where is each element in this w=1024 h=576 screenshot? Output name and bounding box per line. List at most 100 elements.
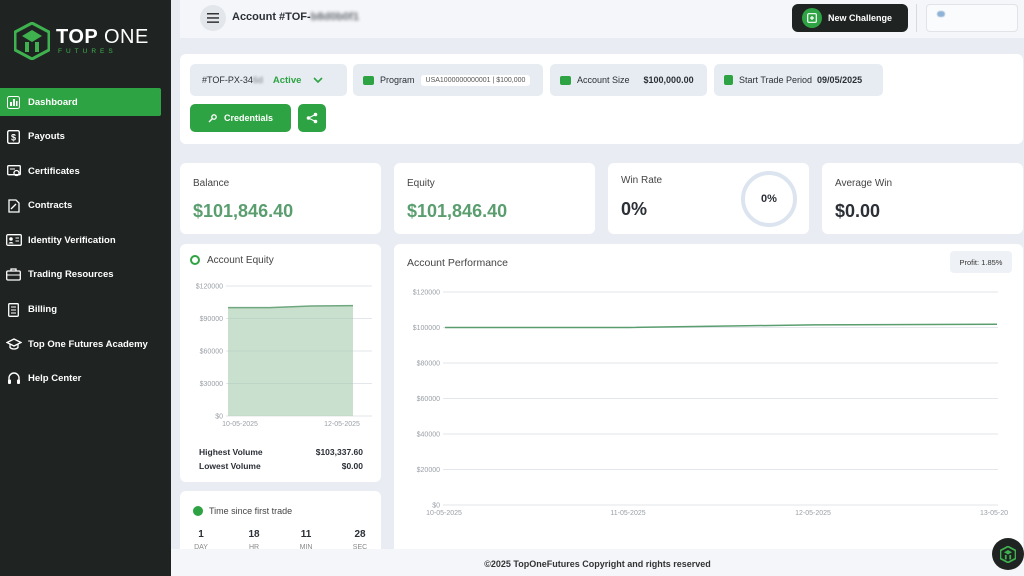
account-status-badge: Active [272, 74, 302, 86]
share-button[interactable] [298, 104, 326, 132]
x-tick-label: 12-05-2025 [324, 421, 360, 428]
x-tick-label: 10-05-2025 [222, 421, 258, 428]
x-tick-label: 13-05-20 [980, 510, 1008, 517]
footer: ©2025 TopOneFutures Copyright and rights… [171, 549, 1024, 576]
win-rate-ring: 0% [741, 171, 797, 227]
top-bar: Account #TOF-b8d0b0f1 New Challenge [180, 0, 1024, 38]
sidebar-item-billing[interactable]: Billing [0, 296, 161, 324]
contract-icon [5, 197, 22, 214]
balance-card: Balance $101,846.40 [180, 163, 381, 234]
menu-toggle-button[interactable] [200, 5, 226, 31]
performance-title: Account Performance [407, 257, 508, 269]
sidebar-item-label: Help Center [28, 373, 82, 385]
time-since-first-trade-card: Time since first trade 1 DAY 18 HR 11 MI… [180, 491, 381, 551]
sidebar-item-certificates[interactable]: Certificates [0, 157, 161, 185]
new-challenge-icon [802, 8, 822, 28]
graduation-cap-icon [5, 336, 22, 353]
equity-card: Equity $101,846.40 [394, 163, 595, 234]
sidebar-item-label: Top One Futures Academy [28, 338, 148, 350]
chat-logo-icon [1000, 545, 1016, 563]
account-size-icon [560, 75, 571, 85]
x-tick-label: 12-05-2025 [795, 510, 831, 517]
time-card-title: Time since first trade [209, 506, 293, 516]
y-tick-label: $20000 [417, 467, 440, 474]
avatar [937, 11, 945, 17]
page-title-text: Account #TOF- [232, 11, 311, 23]
y-tick-label: $90000 [200, 316, 223, 323]
y-tick-label: $40000 [417, 432, 440, 439]
balance-value: $101,846.40 [193, 201, 294, 221]
average-win-card: Average Win $0.00 [822, 163, 1023, 234]
id-card-icon [5, 232, 22, 249]
time-hours: 18 [248, 529, 260, 540]
logo[interactable]: TOP ONE FUTURES [14, 22, 149, 60]
key-icon [208, 113, 217, 122]
sidebar-item-contracts[interactable]: Contracts [0, 192, 161, 220]
start-period-pill: Start Trade Period 09/05/2025 [714, 64, 883, 96]
certificate-icon [5, 163, 22, 180]
divider [916, 4, 917, 32]
time-days: 1 [198, 529, 204, 540]
win-rate-card: Win Rate 0% 0% [608, 163, 809, 234]
time-seconds: 28 [354, 529, 366, 540]
y-tick-label: $0 [432, 503, 440, 510]
win-rate-value: 0% [621, 199, 648, 219]
program-label: Program [380, 75, 415, 85]
account-performance-card: Account Performance Profit: 1.85% $12000… [394, 244, 1023, 549]
sidebar-item-label: Contracts [28, 200, 73, 212]
account-equity-card: Account Equity $120000 $90000 $60000 $30000… [180, 244, 381, 482]
calendar-icon [724, 75, 733, 85]
account-id-obscured: 6d [252, 75, 263, 85]
target-icon [190, 255, 200, 265]
sidebar: TOP ONE FUTURES Dashboard $ Payouts Cert… [0, 0, 171, 576]
sidebar-item-label: Certificates [28, 165, 80, 177]
share-icon [306, 112, 318, 124]
equity-label: Equity [407, 178, 435, 189]
equity-chart: $120000 $90000 $60000 $30000 $010-05-2025 12-… [196, 284, 372, 428]
new-challenge-label: New Challenge [828, 13, 893, 23]
headset-icon [5, 370, 22, 387]
sidebar-item-label: Payouts [28, 131, 65, 143]
briefcase-icon [5, 266, 22, 283]
sidebar-item-identity-verification[interactable]: Identity Verification [0, 226, 161, 254]
logo-icon [14, 22, 50, 60]
sidebar-item-trading-resources[interactable]: Trading Resources [0, 261, 161, 289]
highest-volume-row: Highest Volume $103,337.60 [199, 447, 363, 457]
sidebar-item-label: Dashboard [28, 96, 78, 108]
page-title: Account #TOF-b8d0b0f1 [232, 11, 359, 23]
chat-button[interactable] [992, 538, 1024, 570]
lowest-volume-value: $0.00 [341, 461, 363, 471]
sidebar-item-help-center[interactable]: Help Center [0, 365, 161, 393]
account-size-pill: Account Size $100,000.00 [550, 64, 707, 96]
y-tick-label: $100000 [413, 325, 440, 332]
account-selector[interactable]: #TOF-PX-34 6d Active [190, 64, 347, 96]
billing-icon [5, 301, 22, 318]
brand-name-bold: TOP [56, 26, 98, 48]
area-fill [228, 305, 353, 416]
user-menu[interactable] [926, 4, 1018, 32]
chevron-down-icon [313, 77, 323, 83]
performance-chart: $120000 $100000 $80000 $60000 $40000 $20000 $0… [413, 290, 1008, 518]
sidebar-item-dashboard[interactable]: Dashboard [0, 88, 161, 116]
page-title-obscured: b8d0b0f1 [310, 11, 359, 23]
credentials-button[interactable]: Credentials [190, 104, 291, 132]
sidebar-item-payouts[interactable]: $ Payouts [0, 123, 161, 151]
y-tick-label: $120000 [196, 284, 223, 291]
program-pill: Program USA1000000000001 | $100,000 [353, 64, 543, 96]
account-size-label: Account Size [577, 75, 630, 85]
y-tick-label: $0 [215, 414, 223, 421]
time-minutes: 11 [300, 529, 312, 540]
y-tick-label: $30000 [200, 381, 223, 388]
sidebar-item-label: Billing [28, 304, 58, 316]
new-challenge-button[interactable]: New Challenge [792, 4, 908, 32]
win-rate-label: Win Rate [621, 175, 663, 186]
sidebar-item-academy[interactable]: Top One Futures Academy [0, 330, 161, 358]
account-size-value: $100,000.00 [643, 75, 694, 85]
profit-badge: Profit: 1.85% [950, 251, 1012, 273]
dollar-icon: $ [5, 128, 22, 145]
y-tick-label: $60000 [200, 349, 223, 356]
lowest-volume-row: Lowest Volume $0.00 [199, 461, 363, 471]
highest-volume-label: Highest Volume [199, 447, 263, 457]
program-icon [363, 75, 374, 85]
sidebar-item-label: Trading Resources [28, 269, 114, 281]
